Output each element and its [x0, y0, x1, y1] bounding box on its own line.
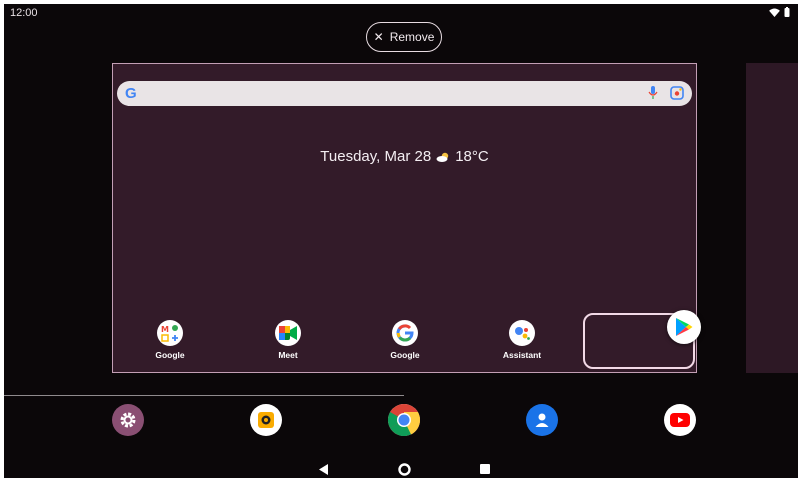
lens-icon[interactable]: [670, 86, 684, 100]
at-a-glance[interactable]: Tuesday, Mar 28 18°C: [113, 148, 696, 165]
recents-icon: [480, 464, 490, 474]
home-icon: [397, 462, 411, 476]
status-time: 12:00: [10, 7, 38, 19]
app-label: Google: [390, 350, 420, 360]
app-label: Assistant: [502, 350, 542, 360]
remove-label: Remove: [389, 30, 435, 44]
temperature-text: 18°C: [455, 148, 489, 165]
next-workspace-page[interactable]: [746, 63, 798, 373]
wifi-icon: [769, 7, 780, 17]
app-meet[interactable]: Meet: [253, 320, 323, 360]
dock-youtube[interactable]: [664, 404, 696, 436]
page-indicator: [4, 395, 404, 396]
date-text: Tuesday, Mar 28: [320, 148, 432, 165]
chrome-icon: [388, 404, 420, 436]
nav-recents-button[interactable]: [479, 462, 491, 476]
search-bar[interactable]: G: [117, 81, 692, 106]
mic-icon[interactable]: [648, 86, 658, 100]
google-apps-folder-icon: M: [157, 320, 183, 346]
home-screen: 12:00 ✕ Remove G Tuesday, Mar 28 18°C M …: [4, 4, 798, 478]
google-logo-icon: G: [125, 85, 137, 102]
battery-icon: [784, 7, 790, 17]
play-store-icon: [676, 318, 693, 336]
settings-icon: [120, 412, 136, 428]
nav-back-button[interactable]: [318, 462, 330, 476]
dragged-app-play-store[interactable]: [667, 310, 701, 344]
workspace-page[interactable]: G Tuesday, Mar 28 18°C M Google Meet Goo…: [112, 63, 697, 373]
dock-camera[interactable]: [250, 404, 282, 436]
close-icon: ✕: [373, 30, 384, 44]
nav-home-button[interactable]: [397, 462, 411, 476]
status-icons: [769, 7, 790, 17]
partly-cloudy-icon: [436, 152, 449, 162]
youtube-icon: [670, 413, 690, 427]
app-label: Meet: [278, 350, 298, 360]
dock-contacts[interactable]: [526, 404, 558, 436]
dock-settings[interactable]: [112, 404, 144, 436]
back-icon: [319, 463, 328, 475]
svg-text:M: M: [161, 325, 169, 334]
app-google-folder[interactable]: M Google: [135, 320, 205, 360]
remove-button[interactable]: ✕ Remove: [366, 22, 442, 52]
camera-icon: [258, 412, 274, 428]
status-bar: 12:00: [4, 4, 798, 22]
contacts-icon: [535, 413, 549, 427]
dock-chrome[interactable]: [388, 404, 420, 436]
app-google[interactable]: Google: [370, 320, 440, 360]
assistant-icon: [509, 320, 535, 346]
app-label: Google: [155, 350, 185, 360]
google-icon: [392, 320, 418, 346]
app-assistant[interactable]: Assistant: [487, 320, 557, 360]
meet-icon: [275, 320, 301, 346]
